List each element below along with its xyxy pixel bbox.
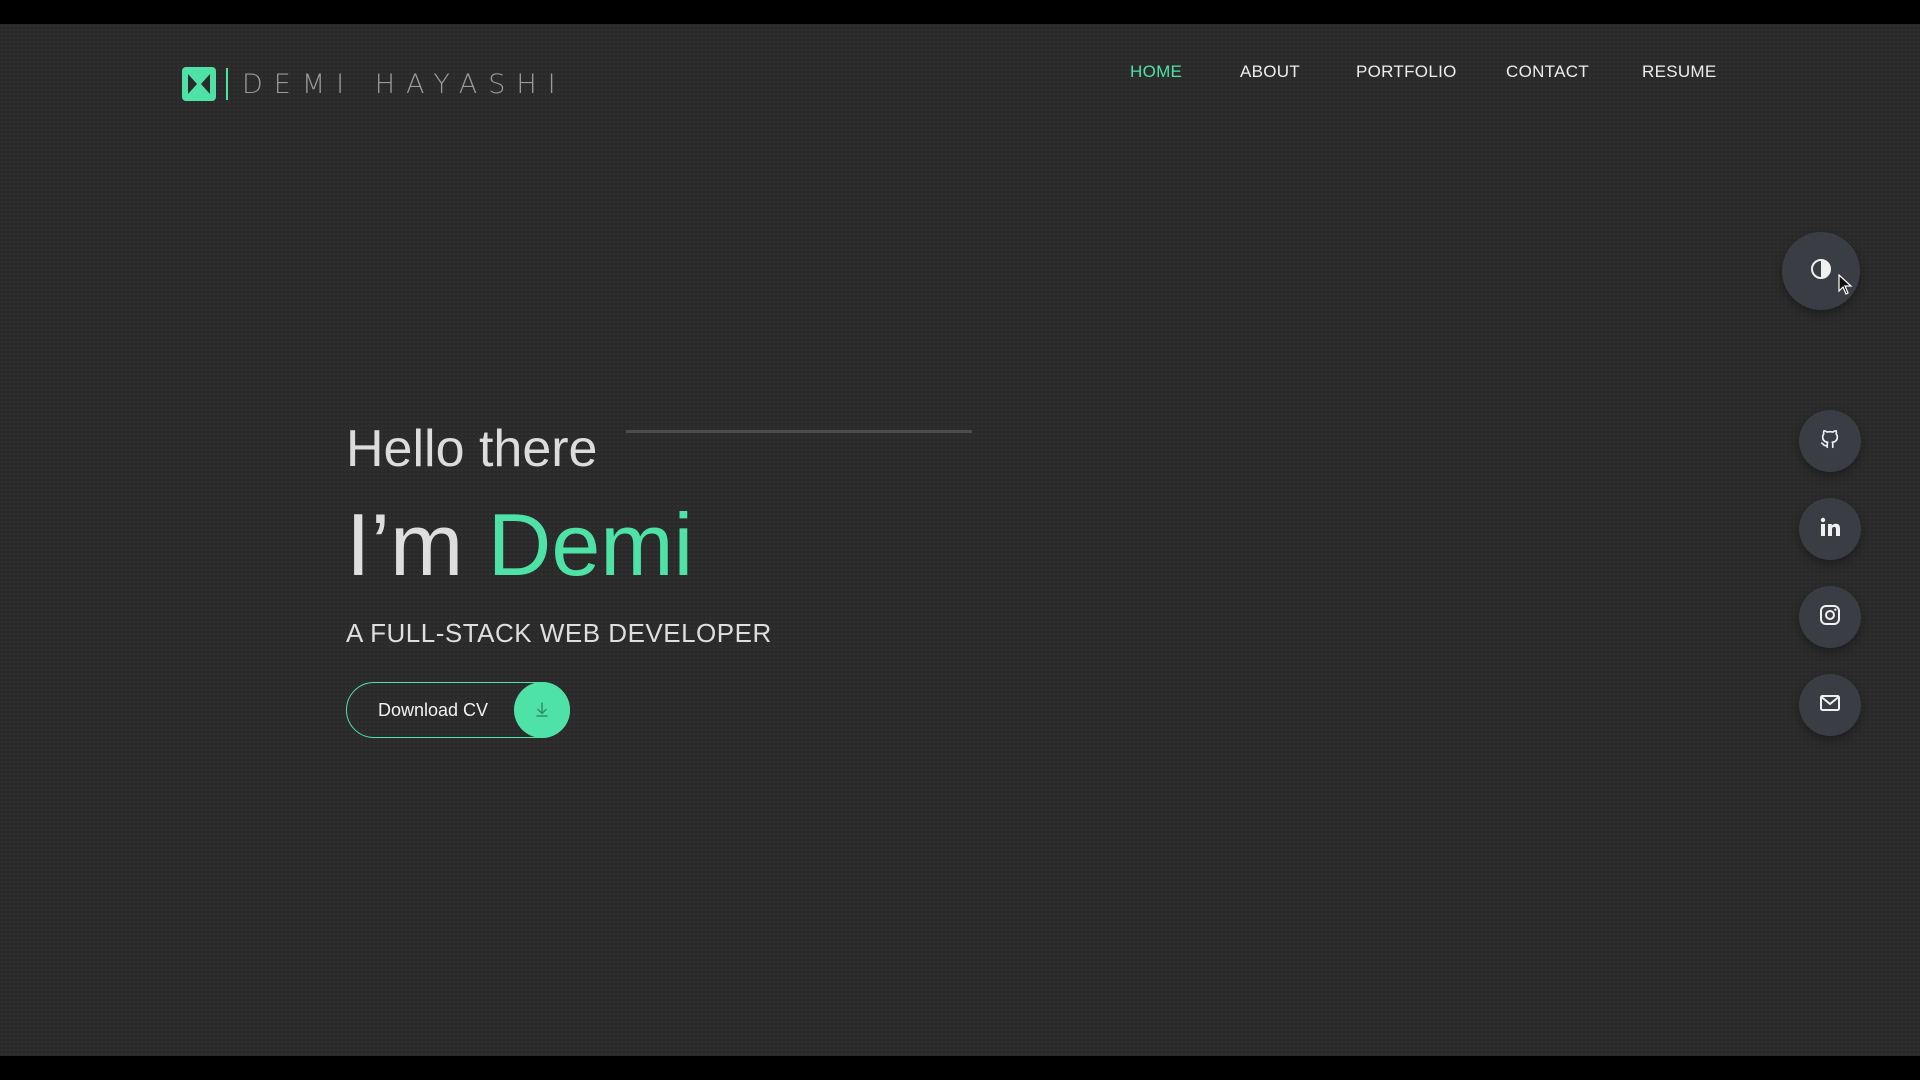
instagram-icon	[1818, 603, 1842, 632]
mouse-cursor-icon	[1838, 273, 1854, 301]
mail-button[interactable]	[1799, 674, 1861, 736]
brand-divider	[226, 68, 228, 100]
download-cv-button[interactable]: Download CV	[346, 682, 570, 738]
nav-portfolio[interactable]: PORTFOLIO	[1356, 62, 1457, 82]
nav-about[interactable]: ABOUT	[1240, 62, 1300, 82]
download-icon	[514, 682, 570, 738]
brand-logo-icon	[182, 67, 216, 101]
linkedin-icon	[1818, 515, 1842, 544]
hero-greeting: Hello there	[346, 420, 598, 478]
github-button[interactable]	[1799, 410, 1861, 472]
brand-logo[interactable]: DEMI HAYASHI	[182, 64, 567, 104]
github-icon	[1819, 428, 1841, 455]
greeting-divider	[626, 430, 972, 433]
mail-icon	[1818, 691, 1842, 720]
page-viewport: DEMI HAYASHI HOME ABOUT PORTFOLIO CONTAC…	[0, 24, 1920, 1056]
nav-resume[interactable]: RESUME	[1642, 62, 1717, 82]
instagram-button[interactable]	[1799, 586, 1861, 648]
hero-intro: I’m Demi	[346, 494, 693, 596]
linkedin-button[interactable]	[1799, 498, 1861, 560]
nav-contact[interactable]: CONTACT	[1506, 62, 1589, 82]
intro-name: Demi	[487, 495, 694, 594]
nav-home[interactable]: HOME	[1130, 62, 1182, 82]
download-cv-label: Download CV	[378, 699, 489, 720]
intro-prefix: I’m	[346, 495, 464, 594]
hero-role: A FULL-STACK WEB DEVELOPER	[346, 618, 772, 648]
contrast-icon	[1809, 257, 1833, 286]
brand-name: DEMI HAYASHI	[242, 68, 567, 100]
